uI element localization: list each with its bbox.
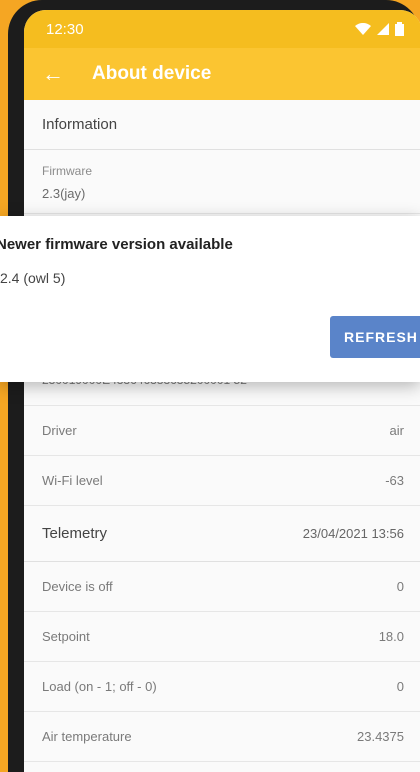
driver-label: Driver <box>42 423 77 438</box>
setpoint-row: Setpoint 18.0 <box>24 612 420 662</box>
wifi-level-row: Wi-Fi level -63 <box>24 456 420 506</box>
firmware-label: Firmware <box>42 164 92 178</box>
section-telemetry: Telemetry 23/04/2021 13:56 <box>24 506 420 562</box>
air-temperature-row: Air temperature 23.4375 <box>24 712 420 762</box>
status-time: 12:30 <box>46 20 84 38</box>
load-value: 0 <box>396 679 404 694</box>
status-bar: 12:30 <box>24 10 420 48</box>
phone-frame: 12:30 ← About device Information Firmwar… <box>8 0 420 772</box>
air-temperature-label: Air temperature <box>42 729 132 744</box>
information-title: Information <box>42 116 118 133</box>
telemetry-title: Telemetry <box>42 525 108 542</box>
air-temperature-value: 23.4375 <box>357 729 404 744</box>
refresh-button[interactable]: REFRESH <box>330 316 420 358</box>
app-bar: ← About device <box>24 48 420 100</box>
firmware-update-popup: Newer firmware version available 2.4 (ow… <box>0 216 420 382</box>
back-arrow-icon[interactable]: ← <box>42 61 76 87</box>
battery-icon <box>395 22 404 36</box>
setpoint-label: Setpoint <box>42 629 90 644</box>
page-title: About device <box>92 63 212 84</box>
wifi-level-value: -63 <box>385 473 404 488</box>
driver-row: Driver air <box>24 406 420 456</box>
device-off-label: Device is off <box>42 579 113 594</box>
section-information: Information <box>24 100 420 150</box>
telemetry-timestamp: 23/04/2021 13:56 <box>302 526 404 541</box>
firmware-item: Firmware 2.3(jay) <box>24 150 420 214</box>
driver-value: air <box>389 423 404 438</box>
load-label: Load (on - 1; off - 0) <box>42 679 157 694</box>
wifi-level-label: Wi-Fi level <box>42 473 103 488</box>
wifi-icon <box>355 23 371 35</box>
setpoint-value: 18.0 <box>378 629 404 644</box>
status-icons <box>355 22 404 36</box>
popup-version: 2.4 (owl 5) <box>0 270 66 286</box>
device-off-value: 0 <box>396 579 404 594</box>
device-screen: 12:30 ← About device Information Firmwar… <box>24 10 420 772</box>
load-row: Load (on - 1; off - 0) 0 <box>24 662 420 712</box>
device-off-row: Device is off 0 <box>24 562 420 612</box>
firmware-value: 2.3(jay) <box>42 186 86 201</box>
signal-icon <box>377 23 389 35</box>
popup-title: Newer firmware version available <box>0 236 233 253</box>
